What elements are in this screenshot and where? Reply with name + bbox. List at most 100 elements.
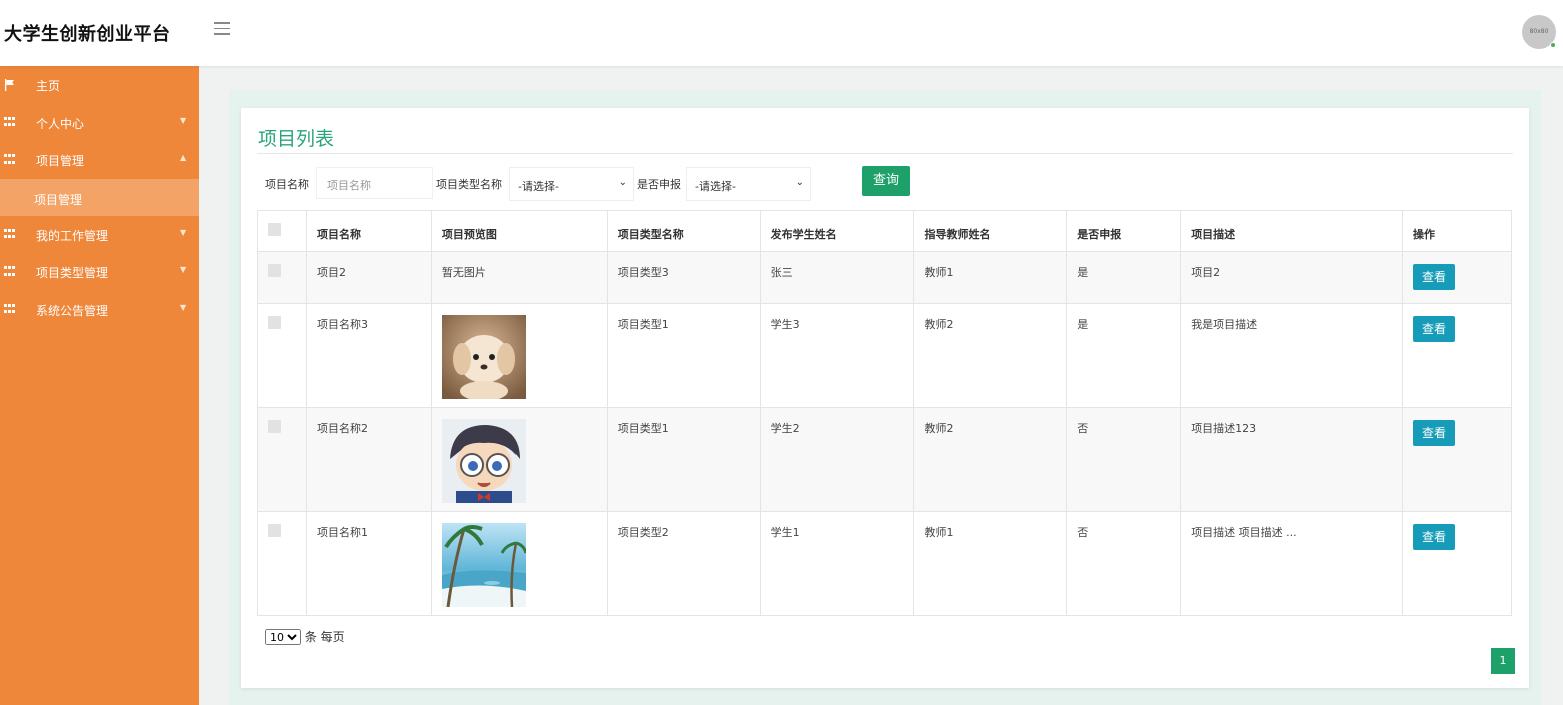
declared-label: 是否申报 (637, 178, 681, 191)
sidebar-item-announcements[interactable]: 系统公告管理 ▼ (0, 291, 199, 329)
column-header[interactable]: 是否申报 (1066, 210, 1182, 252)
cell-desc: 项目描述123 (1180, 407, 1403, 512)
view-button[interactable]: 查看 (1412, 524, 1455, 550)
sidebar-item-label: 个人中心 (36, 116, 85, 131)
cell-name: 项目2 (305, 251, 432, 304)
grid-icon (4, 303, 16, 316)
top-bar: 大学生创新创业平台 80x80 (0, 0, 1563, 66)
cell-student: 学生3 (759, 303, 915, 408)
cell-declared: 否 (1066, 511, 1182, 616)
column-header[interactable]: 项目描述 (1180, 210, 1403, 252)
row-checkbox[interactable] (268, 524, 281, 537)
sidebar-item-personal-center[interactable]: 个人中心 ▼ (0, 104, 199, 142)
cell-preview (430, 303, 608, 408)
divider (257, 153, 1513, 154)
project-type-select[interactable]: -请选择- ⌄ (509, 167, 634, 201)
caret-down-icon: ▼ (180, 227, 187, 237)
page-1-button[interactable]: 1 (1491, 648, 1515, 674)
avatar[interactable]: 80x80 (1522, 15, 1556, 49)
cell-type: 项目类型1 (606, 407, 761, 512)
cell-name: 项目名称1 (305, 511, 432, 616)
grid-icon (4, 116, 16, 129)
app-title: 大学生创新创业平台 (4, 24, 171, 45)
column-header[interactable]: 项目名称 (305, 210, 432, 252)
project-name-input[interactable]: 项目名称 (316, 167, 433, 199)
puppy-image (441, 315, 526, 399)
view-button[interactable]: 查看 (1412, 420, 1455, 446)
declared-selected: -请选择- (695, 180, 736, 193)
page-size-control: 10 条 每页 (265, 628, 345, 645)
cell-desc: 我是项目描述 (1180, 303, 1403, 408)
online-status-icon (1550, 42, 1556, 48)
cartoon-boy-image (441, 419, 526, 503)
sidebar-subitem-project-management[interactable]: 项目管理 (0, 178, 199, 216)
cell-preview: 暂无图片 (430, 251, 608, 304)
caret-up-icon: ▲ (180, 153, 187, 162)
table-row: 项目名称1 项目类型2 学生1 教师1 否 项目描述 项目描述 ... 查看 (257, 511, 1513, 616)
cell-preview (430, 511, 608, 616)
table-row: 项目名称3 项目类型1 学生3 教师2 是 我是项目描述 查看 (257, 303, 1513, 408)
row-checkbox[interactable] (268, 420, 281, 433)
cell-name: 项目名称2 (305, 407, 432, 512)
cell-type: 项目类型1 (606, 303, 761, 408)
column-header: 操作 (1401, 210, 1513, 252)
sidebar-item-home[interactable]: 主页 (0, 66, 199, 104)
caret-down-icon: ▼ (180, 265, 187, 274)
project-type-selected: -请选择- (518, 180, 559, 193)
cell-preview (430, 407, 608, 512)
sidebar-item-project-types[interactable]: 项目类型管理 ▼ (0, 253, 199, 291)
sidebar-item-label: 主页 (36, 79, 61, 93)
avatar-placeholder-text: 80x80 (1529, 28, 1549, 35)
cell-declared: 是 (1066, 303, 1182, 408)
project-table: 项目名称 项目预览图 项目类型名称 发布学生姓名 指导教师姓名 是否申报 项目描… (257, 210, 1513, 616)
column-header[interactable]: 项目预览图 (430, 210, 608, 252)
column-header[interactable]: 指导教师姓名 (913, 210, 1068, 252)
sidebar-subitem-label: 项目管理 (34, 192, 83, 207)
caret-down-icon: ▼ (180, 302, 187, 312)
caret-down-icon: ▼ (180, 115, 187, 125)
cell-declared: 否 (1066, 407, 1182, 512)
table-header-row: 项目名称 项目预览图 项目类型名称 发布学生姓名 指导教师姓名 是否申报 项目描… (257, 210, 1513, 252)
table-row: 项目2 暂无图片 项目类型3 张三 教师1 是 项目2 查看 (257, 251, 1513, 304)
sidebar-item-label: 项目类型管理 (36, 266, 109, 280)
cell-student: 学生1 (759, 511, 915, 616)
query-button[interactable]: 查询 (862, 166, 910, 196)
column-header[interactable]: 发布学生姓名 (759, 210, 915, 252)
content-panel: 项目列表 项目名称 项目名称 项目类型名称 -请选择- ⌄ 是否申报 -请选择-… (229, 90, 1541, 705)
chevron-down-icon: ⌄ (618, 177, 627, 188)
sidebar-item-label: 系统公告管理 (36, 303, 109, 318)
project-list-card: 项目列表 项目名称 项目名称 项目类型名称 -请选择- ⌄ 是否申报 -请选择-… (241, 108, 1529, 688)
cell-teacher: 教师2 (913, 303, 1068, 408)
chevron-down-icon: ⌄ (795, 177, 804, 188)
page-size-suffix: 条 每页 (304, 630, 345, 644)
beach-image (441, 523, 526, 607)
view-button[interactable]: 查看 (1412, 316, 1455, 342)
page-size-select[interactable]: 10 (265, 629, 301, 645)
view-button[interactable]: 查看 (1412, 264, 1455, 290)
cell-declared: 是 (1066, 251, 1182, 304)
sidebar-item-project-management[interactable]: 项目管理 ▲ (0, 141, 199, 179)
row-checkbox[interactable] (268, 264, 281, 277)
project-type-label: 项目类型名称 (436, 178, 502, 191)
declared-select[interactable]: -请选择- ⌄ (686, 167, 811, 201)
project-name-label: 项目名称 (265, 178, 309, 191)
select-all-cell (257, 210, 307, 252)
sidebar-item-label: 我的工作管理 (36, 228, 109, 243)
cell-student: 学生2 (759, 407, 915, 512)
cell-desc: 项目描述 项目描述 ... (1180, 511, 1403, 616)
cell-student: 张三 (759, 251, 915, 304)
grid-icon (4, 228, 16, 241)
select-all-checkbox[interactable] (268, 223, 281, 236)
cell-type: 项目类型3 (606, 251, 761, 304)
column-header[interactable]: 项目类型名称 (606, 210, 761, 252)
cell-desc: 项目2 (1180, 251, 1403, 304)
sidebar-item-my-work[interactable]: 我的工作管理 ▼ (0, 216, 199, 254)
cell-teacher: 教师1 (913, 511, 1068, 616)
table-row: 项目名称2 项目类型1 学生2 教师2 否 项目描述123 查看 (257, 407, 1513, 512)
row-checkbox[interactable] (268, 316, 281, 329)
cell-name: 项目名称3 (305, 303, 432, 408)
grid-icon (4, 266, 16, 278)
cell-teacher: 教师2 (913, 407, 1068, 512)
menu-toggle-icon[interactable] (214, 22, 230, 42)
grid-icon (4, 154, 16, 166)
